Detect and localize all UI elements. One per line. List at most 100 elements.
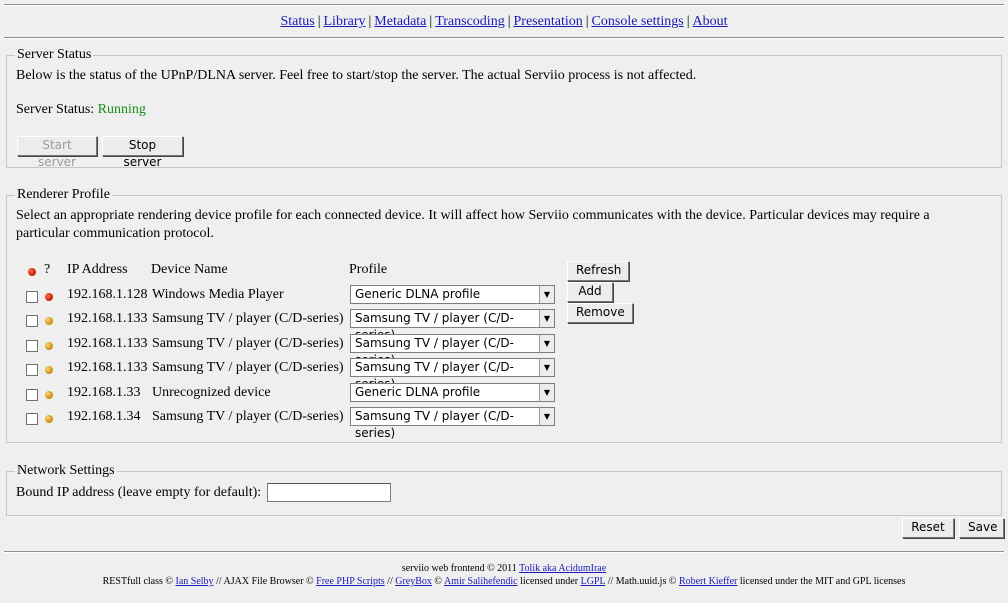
bound-ip-input[interactable]	[267, 483, 391, 502]
nav-link-library[interactable]: Library	[324, 14, 366, 29]
status-amber-icon	[45, 390, 53, 399]
server-status-description: Below is the status of the UPnP/DLNA ser…	[16, 68, 697, 83]
row-ip-address: 192.168.1.33	[67, 384, 141, 400]
network-settings-panel: Network Settings Bound IP address (leave…	[6, 463, 1002, 516]
row-device-name: Windows Media Player	[152, 287, 284, 302]
footer-line1: serviio web frontend © 2011 Tolik aka Ac…	[0, 562, 1008, 575]
nav-separator: |	[368, 14, 372, 29]
footer-credit-link[interactable]: GreyBox	[395, 576, 432, 587]
renderer-row: 192.168.1.33 Unrecognized device Generic D…	[7, 382, 567, 407]
profile-select-value: Samsung TV / player (C/D-series)	[355, 409, 514, 440]
nav-link-about[interactable]: About	[693, 14, 728, 29]
nav-link-metadata[interactable]: Metadata	[374, 14, 426, 29]
status-amber-icon	[45, 366, 53, 375]
server-status-line: Server Status: Running	[16, 101, 146, 119]
server-status-value: Running	[97, 102, 146, 117]
reset-button[interactable]: Reset	[902, 518, 954, 538]
refresh-button[interactable]: Refresh	[567, 261, 629, 281]
profile-select[interactable]: Samsung TV / player (C/D-series) ▼	[350, 407, 555, 440]
footer: serviio web frontend © 2011 Tolik aka Ac…	[0, 562, 1008, 588]
renderer-row: 192.168.1.133 Samsung TV / player (C/D-se…	[7, 358, 567, 391]
nav-link-status[interactable]: Status	[280, 14, 314, 29]
row-ip-address: 192.168.1.133	[67, 360, 148, 376]
dropdown-arrow-icon[interactable]: ▼	[539, 359, 554, 377]
row-device-name: Unrecognized device	[152, 384, 271, 400]
save-button[interactable]: Save	[959, 518, 1004, 538]
row-checkbox[interactable]	[26, 339, 38, 352]
dropdown-arrow-icon[interactable]: ▼	[539, 286, 554, 303]
footer-credit-link[interactable]: Free PHP Scripts	[316, 576, 385, 587]
row-checkbox[interactable]	[26, 388, 38, 401]
profile-select[interactable]: Samsung TV / player (C/D-series)▼	[350, 358, 555, 391]
profile-select[interactable]: Samsung TV / player (C/D-series)▼	[350, 309, 555, 342]
dropdown-arrow-icon[interactable]: ▼	[539, 383, 554, 401]
nav-separator: |	[585, 14, 589, 29]
renderer-description-line1: Select an appropriate rendering device p…	[16, 208, 930, 223]
row-checkbox[interactable]	[26, 364, 38, 377]
row-ip-address: 192.168.1.133	[67, 335, 148, 351]
nav-link-presentation[interactable]: Presentation	[514, 14, 583, 29]
server-status-label: Server Status:	[16, 102, 95, 117]
profile-select[interactable]: Samsung TV / player (C/D-series)▼	[350, 333, 555, 367]
footer-credit-text: // AJAX File Browser ©	[213, 576, 317, 587]
row-checkbox[interactable]	[26, 413, 38, 425]
profile-select[interactable]: Generic DLNA profile ▼	[350, 285, 555, 304]
footer-credit-link[interactable]: Amir Salihefendic	[444, 576, 518, 587]
row-ip-address: 192.168.1.133	[67, 311, 148, 327]
footer-credit-text: // Math.uuid.js ©	[605, 576, 679, 587]
network-settings-legend: Network Settings	[17, 463, 115, 478]
status-amber-icon	[45, 317, 53, 326]
bound-ip-label: Bound IP address (leave empty for defaul…	[16, 485, 262, 500]
dropdown-arrow-icon[interactable]: ▼	[539, 408, 554, 425]
footer-credit-text: RESTfull class ©	[102, 576, 176, 587]
footer-credits: RESTfull class © Ian Selby // AJAX File …	[0, 575, 1008, 588]
renderer-row: 192.168.1.133 Samsung TV / player (C/D-se…	[7, 309, 567, 342]
footer-credit-link[interactable]: Robert Kieffer	[679, 576, 737, 587]
start-server-button[interactable]: Start server	[17, 136, 97, 169]
profile-header: Profile	[349, 262, 388, 277]
renderer-description-line2: particular communication protocol.	[16, 226, 214, 241]
footer-copyright: serviio web frontend © 2011	[401, 563, 517, 574]
footer-credit-link[interactable]: LGPL	[581, 576, 606, 587]
nav-divider	[4, 37, 1004, 39]
renderer-row: 192.168.1.34 Samsung TV / player (C/D-ser…	[7, 407, 567, 440]
nav-separator: |	[317, 14, 321, 29]
dropdown-arrow-icon[interactable]: ▼	[539, 310, 554, 328]
footer-credit-text: //	[384, 576, 396, 587]
profile-select-value: Generic DLNA profile	[355, 287, 481, 301]
nav-separator: |	[686, 14, 690, 29]
row-checkbox[interactable]	[26, 291, 38, 303]
row-device-name: Samsung TV / player (C/D-series)	[152, 409, 344, 424]
row-device-name: Samsung TV / player (C/D-series)	[152, 360, 344, 376]
ip-address-header: IP Address	[67, 262, 128, 277]
dropdown-arrow-icon[interactable]: ▼	[539, 334, 554, 352]
server-status-legend: Server Status	[17, 47, 92, 62]
renderer-profile-legend: Renderer Profile	[17, 187, 110, 202]
footer-divider	[4, 551, 1004, 553]
row-checkbox[interactable]	[26, 315, 38, 328]
nav-separator: |	[507, 14, 511, 29]
footer-credit-link[interactable]: Ian Selby	[175, 576, 213, 587]
stop-server-button[interactable]: Stop server	[102, 136, 183, 169]
question-header: ?	[44, 262, 51, 277]
server-status-panel: Server Status Below is the status of the…	[6, 47, 1002, 169]
footer-credit-text: licensed under	[517, 576, 581, 587]
footer-author-link[interactable]: Tolik aka AcidumIrae	[519, 563, 606, 574]
device-name-header: Device Name	[151, 262, 228, 277]
main-nav: Status | Library | Metadata | Transcoding | Pres…	[0, 14, 1008, 30]
nav-separator: |	[429, 14, 433, 29]
remove-button[interactable]: Remove	[567, 303, 633, 323]
add-button[interactable]: Add	[567, 282, 613, 302]
renderer-profile-panel: Renderer Profile Select an appropriate r…	[6, 187, 1002, 443]
top-divider	[4, 4, 1004, 6]
renderer-row: 192.168.1.133 Samsung TV / player (C/D-se…	[7, 333, 567, 367]
status-amber-icon	[45, 341, 53, 350]
profile-select[interactable]: Generic DLNA profile ▼	[350, 382, 555, 402]
row-ip-address: 192.168.1.128	[67, 287, 148, 302]
row-ip-address: 192.168.1.34	[67, 409, 141, 424]
nav-link-transcoding[interactable]: Transcoding	[435, 14, 505, 29]
status-amber-icon	[45, 415, 53, 423]
status-red-icon	[45, 293, 53, 301]
renderer-row: 192.168.1.128 Windows Media Player Generic…	[7, 285, 567, 309]
nav-link-console-settings[interactable]: Console settings	[592, 14, 684, 29]
